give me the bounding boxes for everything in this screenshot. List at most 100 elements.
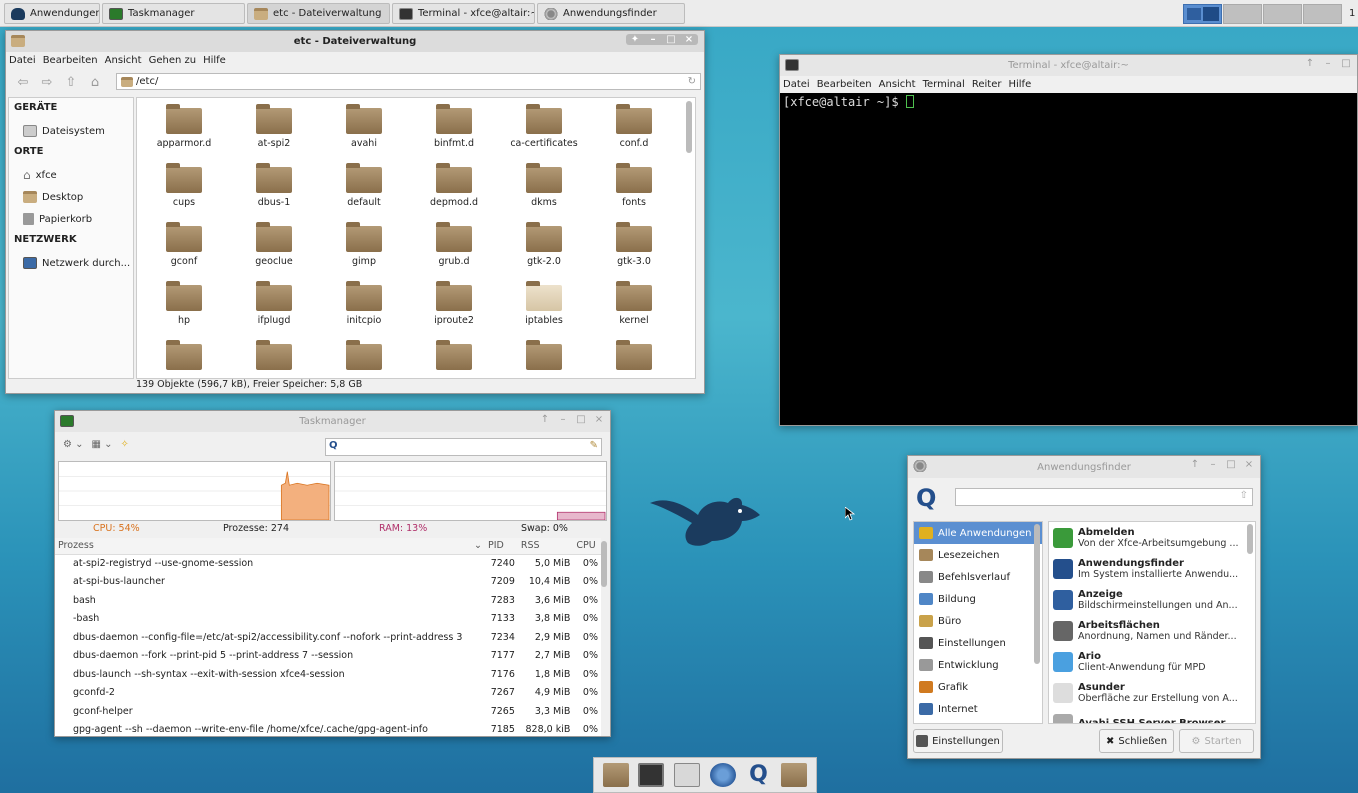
stick-icon[interactable]: ✦	[630, 34, 640, 45]
forward-icon[interactable]: ⇨	[38, 75, 56, 90]
sidebar-item-filesystem[interactable]: Dateisystem	[9, 120, 133, 142]
folder-item[interactable]: initcpio	[319, 277, 409, 337]
application-item[interactable]: Arbeitsflächen Anordnung, Namen und Rände…	[1049, 615, 1255, 646]
application-item[interactable]: Asunder Oberfläche zur Erstellung von A..…	[1049, 677, 1255, 708]
reload-icon[interactable]: ↻	[688, 76, 696, 87]
menu-gehen-zu[interactable]: Gehen zu	[149, 55, 197, 66]
terminal-titlebar[interactable]: Terminal - xfce@altair:~ ↑ – □	[780, 55, 1357, 76]
folder-item[interactable]	[319, 336, 409, 378]
applications-menu-button[interactable]: Anwendungen	[4, 3, 100, 24]
application-item[interactable]: Avahi SSH Server Browser	[1049, 708, 1255, 723]
folder-item[interactable]	[589, 336, 679, 378]
column-header-cpu[interactable]: CPU	[573, 538, 601, 555]
category-item[interactable]: Bildung	[914, 588, 1042, 610]
folder-item[interactable]: geoclue	[229, 218, 319, 278]
clear-icon[interactable]: ✎	[590, 440, 598, 451]
maximize-icon[interactable]: □	[666, 34, 676, 45]
application-item[interactable]: Abmelden Von der Xfce-Arbeitsumgebung ...	[1049, 522, 1255, 553]
folder-item[interactable]: gtk-3.0	[589, 218, 679, 278]
dock-terminal-icon[interactable]	[638, 763, 665, 787]
folder-item[interactable]: default	[319, 159, 409, 219]
category-item[interactable]: Internet	[914, 698, 1042, 720]
minimize-icon[interactable]: –	[1208, 459, 1218, 470]
workspace-switcher[interactable]	[1183, 0, 1353, 27]
folder-item[interactable]: conf.d	[589, 100, 679, 160]
column-header-rss[interactable]: RSS	[517, 538, 574, 555]
back-icon[interactable]: ⇦	[14, 75, 32, 90]
dock-file-manager-icon[interactable]	[674, 763, 701, 787]
category-item[interactable]: Alle Anwendungen	[914, 522, 1042, 544]
sidebar-item-trash[interactable]: Papierkorb	[9, 208, 133, 230]
home-icon[interactable]: ⌂	[86, 75, 104, 90]
table-row[interactable]: dbus-launch --sh-syntax --exit-with-sess…	[55, 665, 601, 684]
folder-item[interactable]	[229, 336, 319, 378]
category-item[interactable]: Lesezeichen	[914, 544, 1042, 566]
table-row[interactable]: -bash 7133 3,8 MiB 0%	[55, 610, 601, 629]
table-row[interactable]: at-spi2-registryd --use-gnome-session 724…	[55, 554, 601, 573]
category-item[interactable]: Grafik	[914, 676, 1042, 698]
sidebar-item-home[interactable]: ⌂ xfce	[9, 164, 133, 186]
menu-hilfe[interactable]: Hilfe	[1008, 79, 1031, 90]
category-item[interactable]: Entwicklung	[914, 654, 1042, 676]
workspace-3[interactable]	[1263, 4, 1302, 24]
process-scrollbar[interactable]	[601, 541, 607, 587]
table-row[interactable]: dbus-daemon --fork --print-pid 5 --print…	[55, 647, 601, 666]
stick-icon[interactable]: ↑	[1190, 459, 1200, 470]
folder-item[interactable]: ifplugd	[229, 277, 319, 337]
process-search-input[interactable]: Q ✎	[325, 438, 602, 456]
taskbar-item-app-finder[interactable]: Anwendungsfinder	[537, 3, 685, 24]
table-row[interactable]: at-spi-bus-launcher 7209 10,4 MiB 0%	[55, 573, 601, 592]
minimize-icon[interactable]: –	[1323, 58, 1333, 69]
column-header-process[interactable]: Prozess ⌄	[55, 538, 485, 555]
maximize-icon[interactable]: □	[1341, 58, 1351, 69]
close-icon[interactable]: ×	[594, 414, 604, 425]
folder-item[interactable]: grub.d	[409, 218, 499, 278]
app-finder-titlebar[interactable]: Anwendungsfinder ↑ – □ ×	[908, 456, 1260, 478]
menu-hilfe[interactable]: Hilfe	[203, 55, 226, 66]
folder-item[interactable]: iptables	[499, 277, 589, 337]
folder-item[interactable]: depmod.d	[409, 159, 499, 219]
minimize-icon[interactable]: –	[648, 34, 658, 45]
minimize-icon[interactable]: –	[558, 414, 568, 425]
dock-web-browser-icon[interactable]	[709, 763, 736, 787]
folder-item[interactable]	[139, 336, 229, 378]
menu-terminal[interactable]: Terminal	[923, 79, 965, 90]
sidebar-item-desktop[interactable]: Desktop	[9, 186, 133, 208]
workspace-4[interactable]	[1303, 4, 1342, 24]
dock-search-icon[interactable]: Q	[745, 763, 771, 787]
stick-icon[interactable]: ↑	[1305, 58, 1315, 69]
workspace-2[interactable]	[1223, 4, 1262, 24]
folder-item[interactable]: iproute2	[409, 277, 499, 337]
folder-item[interactable]	[409, 336, 499, 378]
taskbar-item-terminal[interactable]: Terminal - xfce@altair:~	[392, 3, 535, 24]
folder-item[interactable]: dkms	[499, 159, 589, 219]
category-item[interactable]: Befehlsverlauf	[914, 566, 1042, 588]
close-button[interactable]: ✖ Schließen	[1099, 729, 1174, 753]
maximize-icon[interactable]: □	[1226, 459, 1236, 470]
column-header-pid[interactable]: PID	[485, 538, 518, 555]
menu-ansicht[interactable]: Ansicht	[105, 55, 142, 66]
folder-item[interactable]	[499, 336, 589, 378]
folder-item[interactable]: at-spi2	[229, 100, 319, 160]
category-item[interactable]: Büro	[914, 610, 1042, 632]
start-button[interactable]: ⚙ Starten	[1179, 729, 1254, 753]
folder-item[interactable]: fonts	[589, 159, 679, 219]
menu-bearbeiten[interactable]: Bearbeiten	[817, 79, 872, 90]
taskbar-item-taskmanager[interactable]: Taskmanager	[102, 3, 245, 24]
task-manager-titlebar[interactable]: Taskmanager ↑ – □ ×	[55, 411, 610, 432]
folder-item[interactable]: gtk-2.0	[499, 218, 589, 278]
sidebar-item-network[interactable]: Netzwerk durch...	[9, 252, 133, 274]
maximize-icon[interactable]: □	[576, 414, 586, 425]
table-row[interactable]: gconf-helper 7265 3,3 MiB 0%	[55, 702, 601, 721]
menu-bearbeiten[interactable]: Bearbeiten	[43, 55, 98, 66]
application-item[interactable]: Ario Client-Anwendung für MPD	[1049, 646, 1255, 677]
stick-icon[interactable]: ↑	[540, 414, 550, 425]
menu-datei[interactable]: Datei	[783, 79, 810, 90]
menu-datei[interactable]: Datei	[9, 55, 36, 66]
category-scrollbar[interactable]	[1034, 524, 1040, 664]
folder-item[interactable]: hp	[139, 277, 229, 337]
folder-item[interactable]: apparmor.d	[139, 100, 229, 160]
folder-grid-scrollbar[interactable]	[686, 101, 692, 153]
app-search-input[interactable]: ⇧	[955, 488, 1253, 506]
view-options-icon[interactable]: ▦ ⌄	[92, 439, 113, 450]
